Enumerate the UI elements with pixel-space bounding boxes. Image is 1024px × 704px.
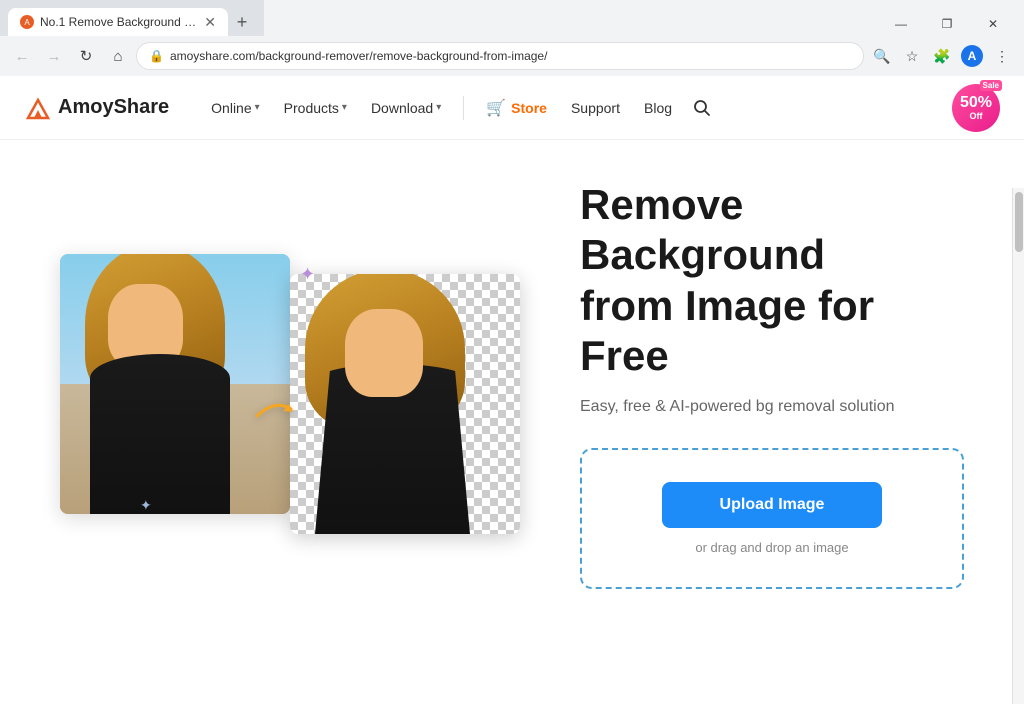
forward-button[interactable]: → xyxy=(40,42,68,70)
sparkle-decoration-1: ✦ xyxy=(300,264,315,285)
search-icon xyxy=(693,99,711,117)
browser-tab[interactable]: A No.1 Remove Background from... ✕ xyxy=(8,8,228,36)
hero-text: Remove Backgroundfrom Image for Free Eas… xyxy=(580,180,964,589)
new-tab-button[interactable]: + xyxy=(228,8,256,36)
transition-arrow xyxy=(255,394,295,432)
profile-avatar: A xyxy=(961,45,983,67)
nav-online[interactable]: Online ▾ xyxy=(201,94,270,122)
tab-title: No.1 Remove Background from... xyxy=(40,15,198,29)
nav-download-chevron: ▾ xyxy=(436,102,441,113)
nav-blog-label: Blog xyxy=(644,100,672,116)
logo[interactable]: AmoyShare xyxy=(24,94,169,122)
maximize-button[interactable]: ❐ xyxy=(924,8,970,40)
nav-blog[interactable]: Blog xyxy=(634,94,682,122)
before-image xyxy=(60,254,290,514)
upload-image-button[interactable]: Upload Image xyxy=(662,482,882,528)
back-button[interactable]: ← xyxy=(8,42,36,70)
sale-off: Off xyxy=(970,112,983,121)
store-cart-icon: 🛒 xyxy=(486,98,506,118)
after-image xyxy=(290,274,520,534)
bookmark-icon[interactable]: ☆ xyxy=(898,42,926,70)
nav-products-chevron: ▾ xyxy=(342,102,347,113)
sale-badge[interactable]: Sale 50% Off xyxy=(952,84,1000,132)
nav-download-label: Download xyxy=(371,100,433,116)
address-text: amoyshare.com/background-remover/remove-… xyxy=(170,49,851,63)
tab-close-button[interactable]: ✕ xyxy=(204,15,216,29)
more-menu-icon[interactable]: ⋮ xyxy=(988,42,1016,70)
sparkle-decoration-2: ✦ xyxy=(140,497,152,514)
upload-hint: or drag and drop an image xyxy=(695,540,848,555)
nav-products-label: Products xyxy=(284,100,339,116)
hero-subtitle: Easy, free & AI-powered bg removal solut… xyxy=(580,398,964,416)
nav-store-label: Store xyxy=(511,100,547,116)
nav-online-chevron: ▾ xyxy=(255,102,260,113)
address-bar[interactable]: 🔒 amoyshare.com/background-remover/remov… xyxy=(136,42,864,70)
nav-download[interactable]: Download ▾ xyxy=(361,94,451,122)
upload-zone[interactable]: Upload Image or drag and drop an image xyxy=(580,448,964,589)
lock-icon: 🔒 xyxy=(149,49,164,63)
hero-section: ✦ ✦ Remove Backgroundfrom Image for Free… xyxy=(0,140,1024,629)
reload-button[interactable]: ↻ xyxy=(72,42,100,70)
close-button[interactable]: ✕ xyxy=(970,8,1016,40)
search-icon[interactable]: 🔍 xyxy=(868,42,896,70)
scrollbar[interactable] xyxy=(1012,188,1024,704)
sale-percent: 50% xyxy=(960,94,992,112)
hero-title: Remove Backgroundfrom Image for Free xyxy=(580,180,964,382)
logo-icon xyxy=(24,94,52,122)
nav-support[interactable]: Support xyxy=(561,94,630,122)
hero-images: ✦ ✦ xyxy=(60,234,520,534)
sale-label: Sale xyxy=(980,80,1002,91)
browser-menu-icon[interactable]: A xyxy=(958,42,986,70)
arrow-icon xyxy=(255,394,295,424)
tab-favicon: A xyxy=(20,15,34,29)
nav-online-label: Online xyxy=(211,100,251,116)
nav-products[interactable]: Products ▾ xyxy=(274,94,357,122)
nav-links: Online ▾ Products ▾ Download ▾ 🛒 Store S… xyxy=(201,92,944,124)
extensions-icon[interactable]: 🧩 xyxy=(928,42,956,70)
navbar: AmoyShare Online ▾ Products ▾ Download ▾… xyxy=(0,76,1024,140)
logo-text: AmoyShare xyxy=(58,96,169,119)
nav-divider xyxy=(463,96,464,120)
nav-store[interactable]: 🛒 Store xyxy=(476,92,557,124)
nav-search-button[interactable] xyxy=(686,92,718,124)
scrollbar-thumb[interactable] xyxy=(1015,192,1023,252)
home-button[interactable]: ⌂ xyxy=(104,42,132,70)
nav-support-label: Support xyxy=(571,100,620,116)
minimize-button[interactable]: — xyxy=(878,8,924,40)
